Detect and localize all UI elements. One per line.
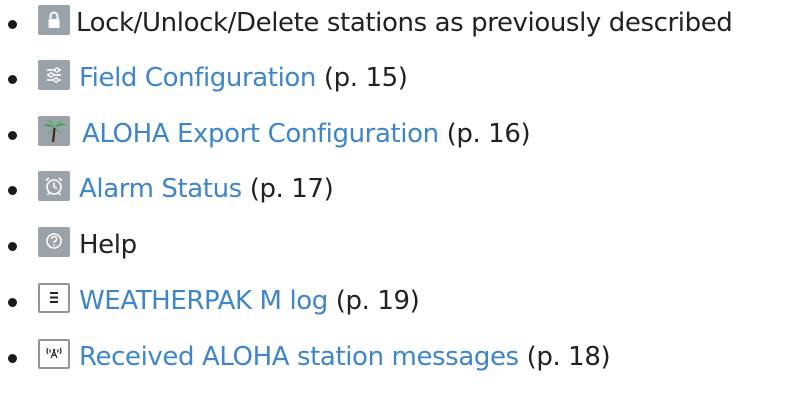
list-item-lock: Lock/Unlock/Delete stations as previousl… xyxy=(0,2,800,44)
page-ref: (p. 18) xyxy=(526,342,611,372)
bullet xyxy=(8,298,17,307)
list-item-alarm-status: Alarm Status (p. 17) xyxy=(0,168,800,210)
page-ref: (p. 15) xyxy=(323,63,408,93)
alarm-status-link[interactable]: Alarm Status xyxy=(79,174,242,204)
received-aloha-messages-link[interactable]: Received ALOHA station messages xyxy=(79,342,519,372)
item-text: Help xyxy=(79,230,137,260)
field-configuration-link[interactable]: Field Configuration xyxy=(79,63,316,93)
aloha-export-configuration-link[interactable]: ALOHA Export Configuration xyxy=(82,119,439,149)
palm-tree-icon[interactable] xyxy=(38,116,70,146)
item-label: WEATHERPAK M log (p. 19) xyxy=(79,280,420,322)
list-item-field-configuration: Field Configuration (p. 15) xyxy=(0,57,800,99)
item-text: Lock/Unlock/Delete stations as previousl… xyxy=(76,8,733,38)
list-item-aloha-export: ALOHA Export Configuration (p. 16) xyxy=(0,113,800,155)
list-item-help: Help xyxy=(0,224,800,266)
bullet xyxy=(8,131,17,140)
bullet xyxy=(8,354,17,363)
item-label: Field Configuration (p. 15) xyxy=(79,57,408,99)
item-label: Received ALOHA station messages (p. 18) xyxy=(79,336,611,378)
bullet xyxy=(8,75,17,84)
item-label: Lock/Unlock/Delete stations as previousl… xyxy=(76,2,733,44)
page-ref: (p. 19) xyxy=(335,286,420,316)
list-item-weatherpak-log: WEATHERPAK M log (p. 19) xyxy=(0,280,800,322)
item-label: Help xyxy=(79,224,137,266)
alarm-clock-icon[interactable] xyxy=(38,171,70,201)
bullet xyxy=(8,242,17,251)
item-label: ALOHA Export Configuration (p. 16) xyxy=(82,113,531,155)
bullet xyxy=(8,20,17,29)
bullet xyxy=(8,186,17,195)
weatherpak-m-log-link[interactable]: WEATHERPAK M log xyxy=(79,286,328,316)
sliders-icon[interactable] xyxy=(38,60,70,90)
item-label: Alarm Status (p. 17) xyxy=(79,168,334,210)
help-icon[interactable] xyxy=(38,227,70,257)
lock-icon[interactable] xyxy=(38,5,70,35)
page-ref: (p. 16) xyxy=(446,119,531,149)
page-ref: (p. 17) xyxy=(249,174,334,204)
antenna-icon[interactable] xyxy=(38,339,70,369)
list-item-received-aloha-messages: Received ALOHA station messages (p. 18) xyxy=(0,336,800,378)
log-list-icon[interactable] xyxy=(38,283,70,313)
